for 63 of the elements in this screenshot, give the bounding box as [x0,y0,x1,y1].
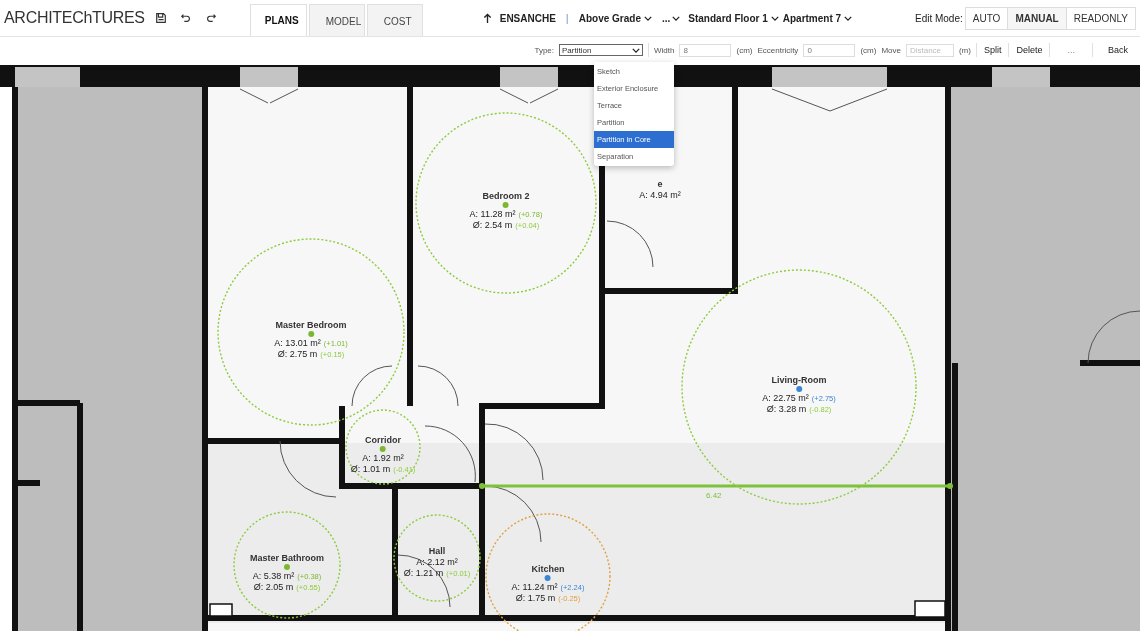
separator: | [565,12,569,24]
toolbar-button[interactable]: Split [981,45,1004,55]
save-icon[interactable] [154,12,167,24]
room-name: Master Bathroom [250,553,324,563]
width-label: Width [654,45,675,55]
eccentricity-field[interactable]: 0 [803,43,856,57]
room-area: A: 1.92 m² [362,453,404,463]
room-diameter: Ø: 1.75 m [515,593,556,603]
room-diameter: Ø: 2.75 m [277,349,318,359]
room-diameter: Ø: 2.05 m [253,582,294,592]
tab[interactable]: COST [366,4,423,36]
shaft [209,603,233,617]
tab[interactable]: MODEL [308,4,365,36]
room-name: Living-Room [771,375,827,385]
window-opening [15,67,80,87]
window-opening [240,67,298,87]
toolbar-button[interactable]: Back [1106,45,1130,55]
breadcrumb-item[interactable]: ENSANCHE [497,12,558,24]
room-area: A: 22.75 m² [762,393,809,403]
room-diameter: Ø: 1.01 m [350,464,391,474]
breadcrumb-item[interactable]: Above Grade [576,12,654,24]
room-name: Hall [428,546,446,556]
room-name: Bedroom 2 [482,191,530,201]
room-diameter: Ø: 2.54 m [472,220,513,230]
distance-field[interactable]: Distance [905,43,954,57]
type-select[interactable]: Partition [559,44,643,56]
shaft [914,600,946,618]
unit-label: (cm) [860,45,877,55]
redo-icon[interactable] [204,12,217,24]
type-label: Type: [534,45,554,55]
room-diameter: Ø: 3.28 m [766,404,807,414]
unit-label: (cm) [736,45,753,55]
room-name: Kitchen [531,564,565,574]
window-opening [500,67,558,87]
width-field[interactable]: 8 [679,43,732,57]
room-area: A: 13.01 m² [274,338,321,348]
room-name: e [657,179,663,189]
tab[interactable]: PLANS [249,4,307,36]
room-area: A: 11.28 m² [469,209,516,219]
eccentricity-label: Eccentricity [757,45,799,55]
undo-icon[interactable] [179,12,192,24]
breadcrumb-item[interactable]: ... [659,12,673,24]
edit-mode-option[interactable]: MANUAL [1007,7,1066,29]
up-arrow-icon[interactable] [482,12,492,24]
edit-mode-label: Edit Mode: [914,12,963,24]
toolbar-button[interactable]: ... [1065,45,1077,55]
breadcrumb-item[interactable]: Standard Floor 1 [686,12,781,24]
breadcrumb-item[interactable]: Apartment 7 [780,12,855,24]
chevron-down-icon[interactable] [632,47,640,53]
app-logo: ARCHITEChTURES [4,9,145,27]
unit-label: (m) [958,45,971,55]
room-area: A: 2.12 m² [416,557,458,567]
room-area: A: 11.24 m² [511,582,558,592]
toolbar-button[interactable]: Delete [1014,45,1045,55]
room-name: Master Bedroom [275,320,347,330]
window-opening [992,67,1050,87]
room-area: A: 4.94 m² [639,190,681,200]
dimension-label: 6.42 [706,491,722,500]
room-name: Corridor [365,435,401,445]
room-diameter: Ø: 1.21 m [403,568,444,578]
move-label: Move [881,45,901,55]
room-area: A: 5.38 m² [252,571,295,581]
chevron-down-icon[interactable] [672,15,681,21]
